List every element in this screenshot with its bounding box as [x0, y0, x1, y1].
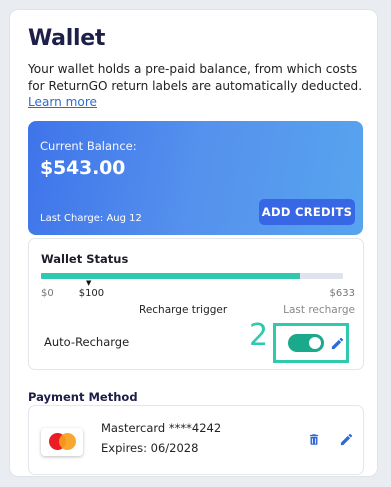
card-number: Mastercard ****4242 [101, 421, 222, 435]
auto-recharge-toggle[interactable] [288, 334, 324, 352]
recharge-trigger-marker-icon: ▼ [86, 279, 92, 287]
balance-amount: $543.00 [40, 157, 126, 179]
add-credits-button[interactable]: ADD CREDITS [259, 199, 355, 225]
balance-progress-fill [41, 273, 300, 279]
learn-more-link[interactable]: Learn more [28, 95, 97, 109]
tick-max: $633 [329, 288, 355, 299]
toggle-knob [309, 337, 321, 349]
payment-method-title: Payment Method [28, 390, 138, 404]
recharge-trigger-label: Recharge trigger [139, 304, 228, 316]
mastercard-logo-icon [41, 428, 83, 456]
edit-auto-recharge-pencil-icon[interactable] [330, 336, 345, 355]
delete-card-trash-icon[interactable] [307, 432, 321, 451]
wallet-description: Your wallet holds a pre-paid balance, fr… [28, 62, 363, 93]
tick-min: $0 [41, 288, 54, 299]
card-expiry: Expires: 06/2028 [101, 441, 199, 455]
payment-method-row: Mastercard ****4242 Expires: 06/2028 [28, 405, 364, 475]
callout-number: 2 [249, 318, 269, 353]
tick-trigger: $100 [78, 288, 105, 299]
current-balance-label: Current Balance: [40, 139, 137, 153]
wallet-status-panel: Wallet Status ▼ $0 $100 $633 Recharge tr… [28, 238, 364, 370]
balance-panel: Current Balance: $543.00 Last Charge: Au… [28, 121, 363, 235]
last-recharge-label: Last recharge [283, 304, 355, 316]
page-title: Wallet [28, 26, 106, 51]
wallet-card: Wallet Your wallet holds a pre-paid bala… [10, 10, 377, 476]
edit-card-pencil-icon[interactable] [339, 432, 354, 451]
last-charge-text: Last Charge: Aug 12 [40, 213, 142, 224]
wallet-status-title: Wallet Status [41, 252, 129, 266]
auto-recharge-label: Auto-Recharge [44, 335, 130, 349]
